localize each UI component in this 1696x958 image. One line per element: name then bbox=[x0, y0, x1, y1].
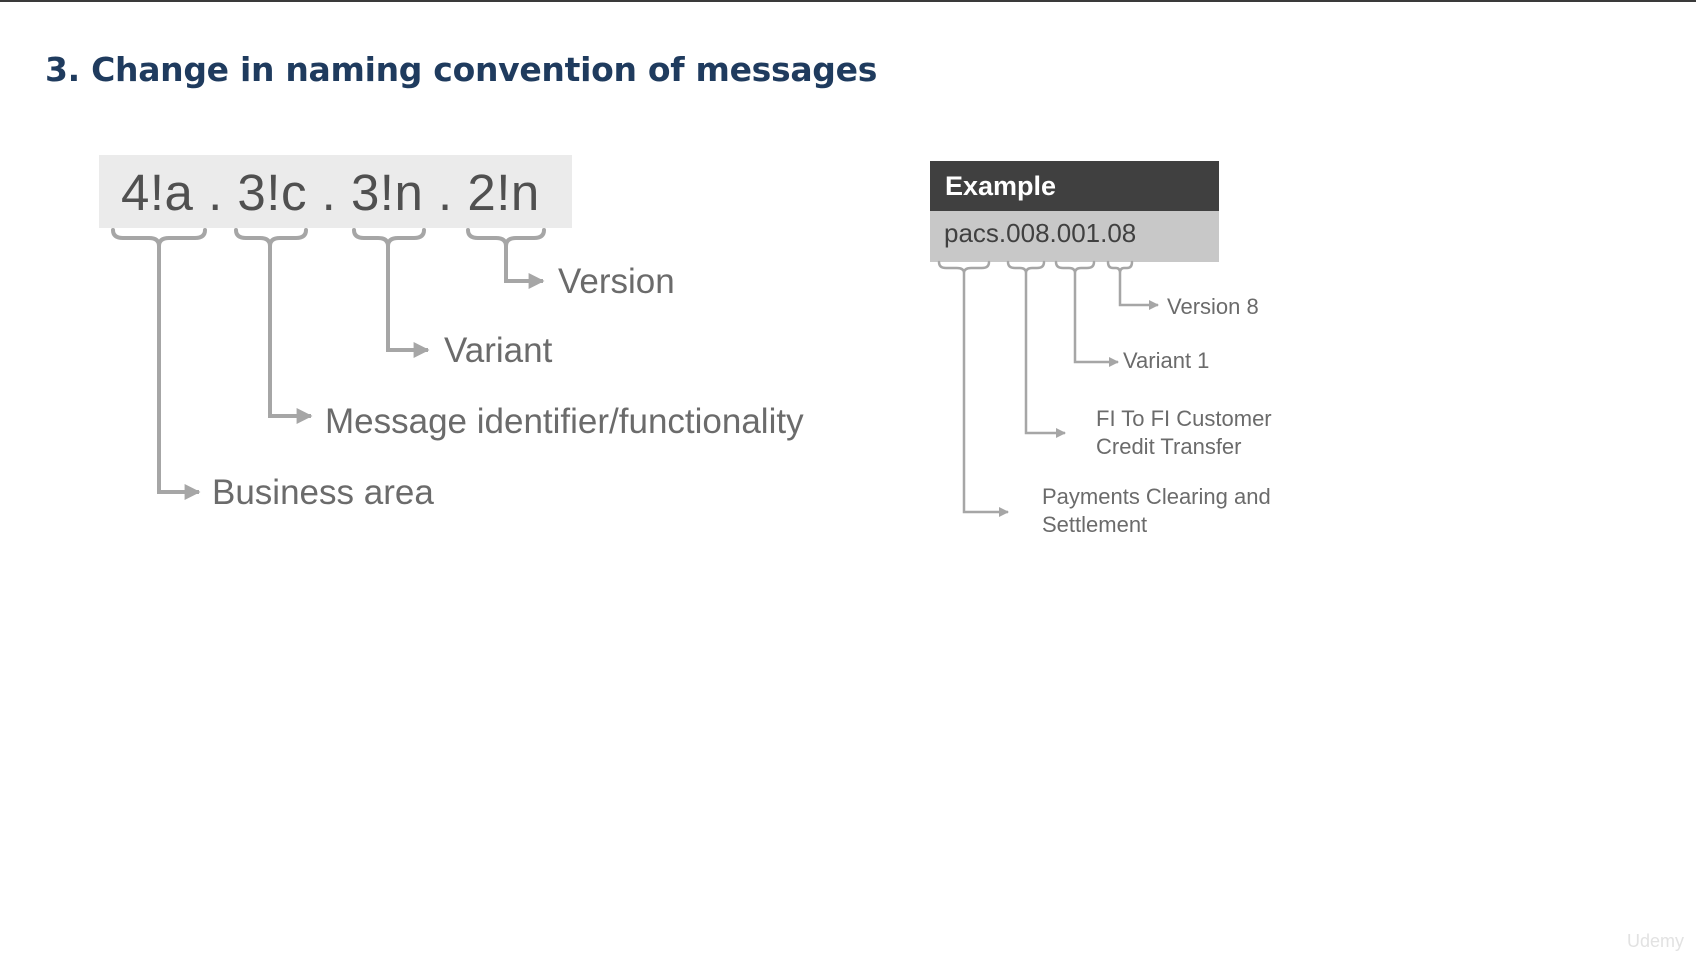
connector-lines bbox=[111, 228, 1159, 517]
example-arrow-business-area bbox=[962, 273, 1009, 517]
example-arrow-variant bbox=[1073, 273, 1119, 367]
example-arrow-version bbox=[1118, 273, 1159, 310]
brace-message-identifier bbox=[234, 228, 308, 247]
udemy-watermark: Udemy bbox=[1626, 931, 1684, 951]
arrow-version bbox=[504, 246, 545, 289]
brace-version bbox=[466, 228, 546, 247]
example-arrow-message-identifier bbox=[1024, 273, 1066, 438]
arrow-business-area bbox=[157, 246, 201, 500]
example-brace-version bbox=[1106, 260, 1134, 274]
example-brace-message-identifier bbox=[1006, 260, 1046, 274]
brace-business-area bbox=[111, 228, 207, 247]
brace-variant bbox=[352, 228, 426, 247]
arrow-message-identifier bbox=[268, 246, 313, 424]
example-brace-business-area bbox=[937, 260, 991, 274]
arrow-variant bbox=[386, 246, 430, 358]
example-brace-variant bbox=[1054, 260, 1096, 274]
